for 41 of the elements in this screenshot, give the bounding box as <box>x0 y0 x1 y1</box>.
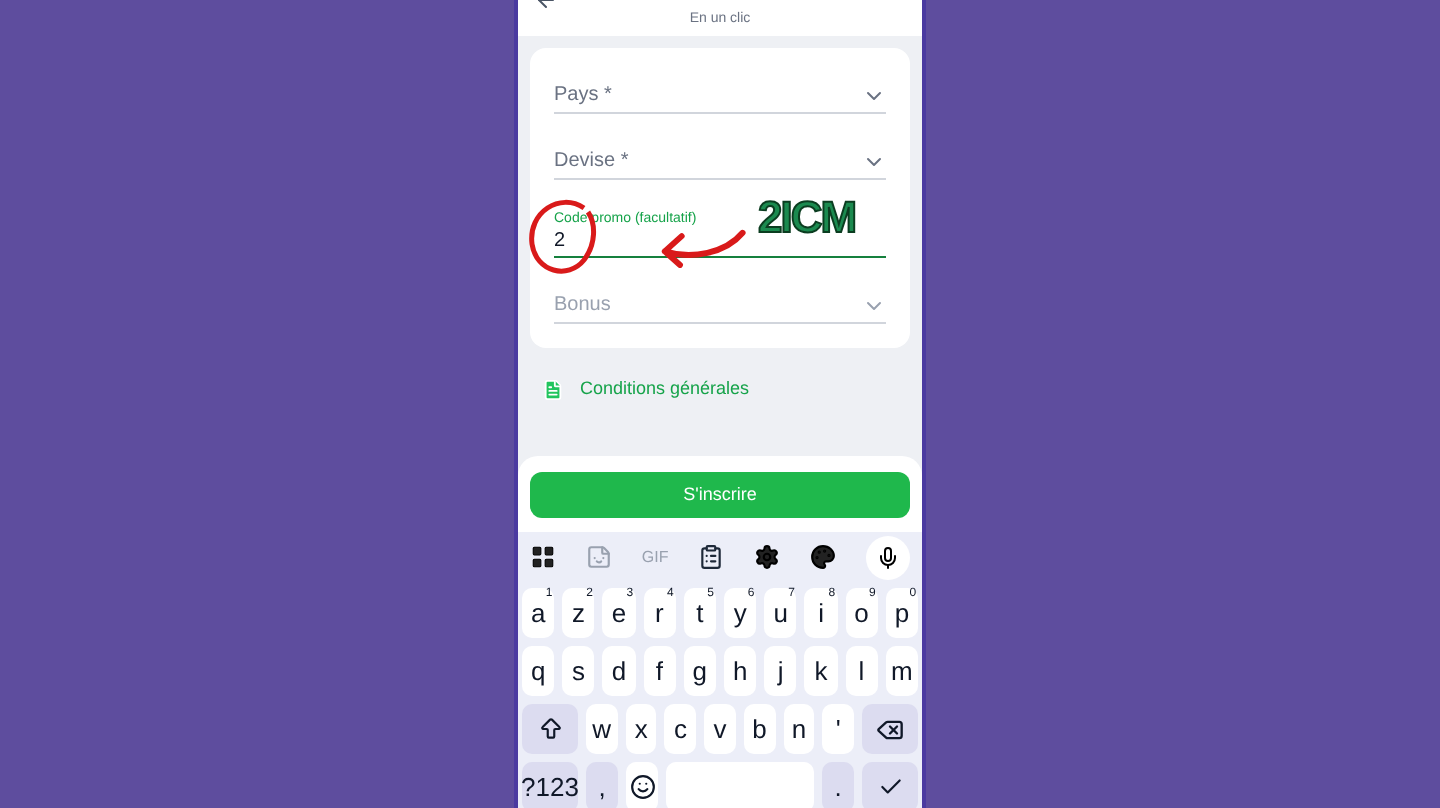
field-label: Pays * <box>554 82 612 110</box>
shift-key[interactable] <box>522 704 578 755</box>
letter-key[interactable]: w <box>586 704 618 755</box>
letter-key[interactable]: x <box>625 704 657 755</box>
palette-icon[interactable] <box>810 544 837 571</box>
field-label: Bonus <box>554 292 611 320</box>
backspace-key[interactable] <box>862 704 919 755</box>
letter-key[interactable]: v <box>704 704 736 755</box>
emoji-icon <box>629 774 655 801</box>
select-field[interactable]: Pays * <box>554 78 886 114</box>
letter-key[interactable]: d <box>602 646 636 697</box>
letter-key[interactable]: l <box>845 646 878 697</box>
letter-key[interactable]: s <box>562 646 595 697</box>
emoji-key[interactable] <box>626 762 658 808</box>
enter-key[interactable] <box>862 762 918 808</box>
letter-key[interactable]: c <box>664 704 697 755</box>
letter-key[interactable]: k <box>804 646 838 697</box>
letter-key[interactable]: b <box>743 704 776 755</box>
letter-key[interactable]: m <box>885 646 919 697</box>
grid-icon[interactable] <box>530 544 556 571</box>
select-field[interactable]: Devise * <box>554 144 886 180</box>
punctuation-key[interactable]: . <box>822 762 854 808</box>
promo-code-field[interactable]: 2 <box>554 228 634 256</box>
letter-key[interactable]: f <box>643 646 676 697</box>
document-icon <box>542 377 564 402</box>
letter-key[interactable]: h <box>724 646 757 697</box>
letter-key[interactable]: n <box>783 704 815 755</box>
microphone-icon <box>875 545 900 570</box>
letter-key[interactable]: q <box>522 646 555 697</box>
clipboard-icon[interactable] <box>698 544 725 571</box>
mic-button[interactable] <box>865 535 910 580</box>
punctuation-key[interactable]: , <box>586 762 618 808</box>
settings-icon[interactable] <box>754 544 781 571</box>
overlay-text: 2ICM <box>758 196 856 240</box>
letter-key[interactable]: g <box>683 646 717 697</box>
shift-icon <box>537 716 563 743</box>
backspace-icon <box>876 715 905 744</box>
letter-key[interactable]: ' <box>822 704 855 755</box>
symbols-key[interactable]: ?123 <box>522 762 578 808</box>
letter-key[interactable]: j <box>764 646 797 697</box>
field-label: Devise * <box>554 148 629 176</box>
